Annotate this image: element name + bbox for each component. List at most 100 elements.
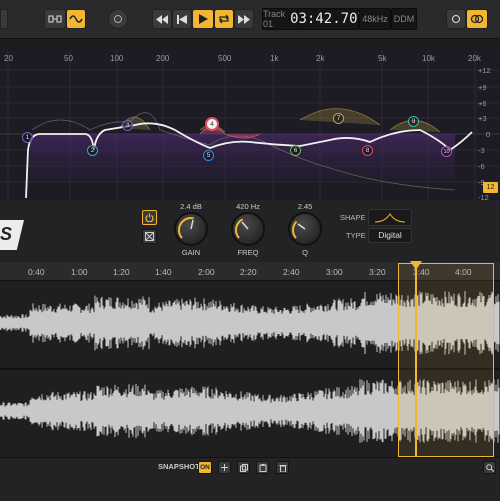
menu-edge-button[interactable] [0,9,8,29]
eq-node-3[interactable]: 3 [122,120,133,131]
snapshot-add-button[interactable] [218,461,231,474]
db-label: +9 [478,83,487,92]
band-delete-button[interactable] [142,229,157,244]
freq-label: 2k [316,54,325,63]
knob-arc [292,217,318,239]
eq-graph[interactable]: 20 50 100 200 500 1k 2k 5k 10k 20k +12 +… [0,50,500,202]
snapshot-delete-button[interactable] [276,461,289,474]
timeline-tick: 2:20 [240,267,257,277]
close-box-icon [145,232,154,241]
eq-node-2[interactable]: 2 [87,145,98,156]
timeline-tick: 1:20 [113,267,130,277]
q-value: 2.45 [297,202,313,211]
record-arm-button[interactable] [108,9,128,29]
skip-forward-button[interactable] [234,9,254,29]
copy-icon [239,463,248,472]
waveform-mode-button[interactable] [66,9,86,29]
rewind-icon [156,14,168,24]
bottom-toolbar: SNAPSHOT ON [0,457,500,501]
knob-arc [178,217,204,239]
q-label: Q [302,248,308,257]
loop-mode-button[interactable] [44,9,66,29]
gain-knob[interactable] [174,212,208,246]
previous-icon [177,14,187,24]
q-knob[interactable] [288,212,322,246]
fast-forward-icon [238,14,250,24]
time-display: 03:42.707 [290,8,366,30]
transport-bar: Track 01 03:42.707 48kHz DDM [0,0,500,39]
db-label: +6 [478,99,487,108]
freq-label: 1k [270,54,279,63]
band-power-button[interactable] [142,210,157,225]
selection-region[interactable] [398,263,494,457]
eq-node-1[interactable]: 1 [22,132,33,143]
eq-node-10[interactable]: 10 [441,146,452,157]
shape-selector[interactable] [368,209,412,226]
db-label: +3 [478,114,487,123]
plus-icon [221,464,228,471]
snapshot-copy-button[interactable] [237,461,250,474]
eq-node-5[interactable]: 5 [203,150,214,161]
timeline-tick: 1:40 [155,267,172,277]
power-icon [145,213,154,222]
type-selector[interactable]: Digital [368,228,412,243]
freq-label: 200 [156,54,170,63]
knob-arc [235,217,261,239]
sine-wave-icon [69,15,83,23]
db-label: 0 [486,130,491,139]
snapshot-label: SNAPSHOT [158,462,200,471]
freq-label: FREQ [237,248,259,257]
play-icon [199,14,208,24]
repeat-icon [219,14,229,24]
db-label: +12 [478,66,491,75]
freq-label: 500 [218,54,232,63]
freq-label: 5k [378,54,387,63]
bell-shape-icon [374,213,406,223]
mode-display: DDM [391,8,417,30]
eq-node-8[interactable]: 8 [362,145,373,156]
repeat-button[interactable] [214,9,234,29]
trash-icon [279,464,286,472]
sample-rate-display: 48kHz [359,8,391,30]
timeline-tick: 3:00 [326,267,343,277]
link-button[interactable] [466,9,488,29]
gain-label: GAIN [181,248,201,257]
band-shape-lines [119,108,441,133]
db-label: -3 [478,146,485,155]
timeline-tick: 2:40 [283,267,300,277]
snapshot-toggle[interactable]: ON [198,461,212,474]
freq-label: 10k [422,54,435,63]
eq-node-9[interactable]: 9 [408,116,419,127]
routing-icon [48,15,62,23]
timeline-tick: 3:20 [369,267,386,277]
timeline-tick: 0:40 [28,267,45,277]
eq-node-4-selected[interactable]: 4 [205,117,219,131]
play-button[interactable] [192,9,214,29]
circle-icon [452,15,460,23]
playhead-line[interactable] [415,263,417,457]
freq-label: 20 [4,54,13,63]
gain-value: 2.4 dB [180,202,202,211]
solo-button[interactable] [446,9,466,29]
corner-value-badge[interactable]: 12 [483,182,498,193]
eq-node-7[interactable]: 7 [333,113,344,124]
timeline-tick: 2:00 [198,267,215,277]
freq-value: 420 Hz [236,202,260,211]
timeline-tick: 1:00 [71,267,88,277]
skip-back-button[interactable] [152,9,172,29]
zoom-search-button[interactable] [483,461,496,474]
waveform-area[interactable] [0,261,500,457]
playhead-marker[interactable] [410,261,422,270]
eq-node-6[interactable]: 6 [290,145,301,156]
link-rings-icon [470,14,484,24]
logo-badge: S [0,220,24,250]
freq-label: 100 [110,54,124,63]
db-label: -6 [478,162,485,171]
band-panel: S 2.4 dB GAIN 420 Hz FREQ 2.45 Q SHAPE T… [0,182,500,262]
type-label: TYPE [346,231,366,240]
snapshot-paste-button[interactable] [256,461,269,474]
freq-knob[interactable] [231,212,265,246]
search-icon [485,463,494,472]
circle-icon [114,15,122,23]
previous-button[interactable] [172,9,192,29]
